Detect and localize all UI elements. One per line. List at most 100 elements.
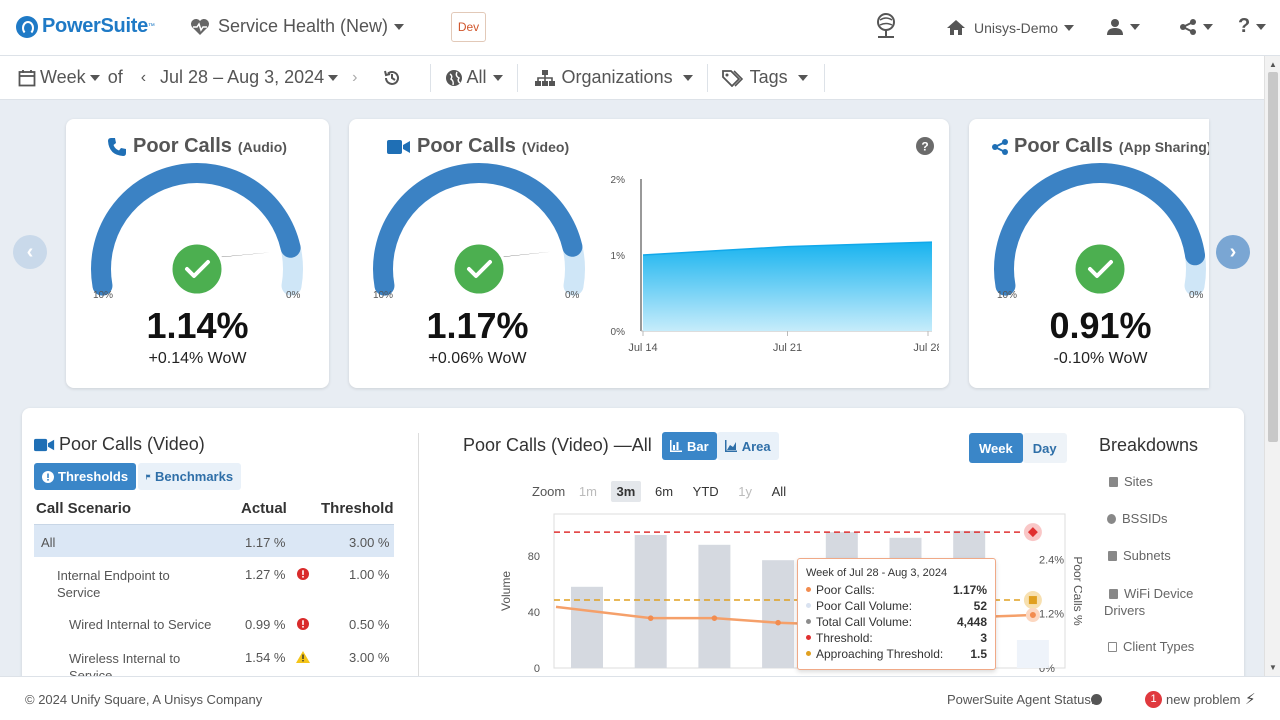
tooltip-value: 1.17% — [952, 583, 987, 597]
zoom-3m[interactable]: 3m — [610, 481, 642, 502]
zoom-1y[interactable]: 1y — [732, 481, 758, 502]
poor-calls-point — [711, 615, 718, 621]
trend-area-chart: 2% 1% 0%Jul 14 Jul 21 Jul 28 — [611, 175, 939, 354]
dashboard-title: Service Health (New) — [218, 16, 389, 36]
row-threshold: 1.00 % — [349, 567, 390, 582]
series-dot-icon — [806, 651, 811, 656]
lightning-icon[interactable]: ⚡ — [1245, 690, 1256, 708]
check-circle-icon — [451, 241, 507, 297]
tooltip-label: Threshold: — [816, 631, 873, 645]
card-poor-calls-app-sharing[interactable]: Poor Calls (App Sharing) 10% 0% 0.91% -0… — [969, 119, 1209, 388]
check-circle-icon — [1072, 241, 1128, 297]
volume-bar — [698, 544, 731, 668]
dashboard-selector[interactable]: Service Health (New) — [190, 16, 405, 37]
flag-icon — [146, 474, 151, 479]
breakdowns-title: Breakdowns — [1099, 435, 1199, 455]
y-tick-label: 0 — [534, 663, 540, 675]
powersuite-logo[interactable]: PowerSuite ™ — [16, 15, 155, 38]
wifi-antenna-icon — [1107, 514, 1116, 524]
chevron-down-icon — [394, 23, 405, 30]
zoom-label: Zoom — [532, 484, 566, 499]
share-menu[interactable] — [1179, 18, 1213, 36]
breakdown-subnets[interactable]: Subnets — [1108, 548, 1171, 563]
page-scrollbar[interactable]: ▲ ▼ — [1264, 56, 1280, 676]
panel-title-text: Poor Calls (Video) — [59, 434, 205, 454]
check-circle-icon — [169, 241, 225, 297]
copyright-text: © 2024 Unify Square, A Unisys Company — [25, 692, 263, 707]
zoom-ytd[interactable]: YTD — [687, 481, 725, 502]
organizations-selector[interactable]: Organizations — [534, 56, 693, 99]
tenant-name: Unisys-Demo — [974, 19, 1059, 36]
bar-button[interactable]: Bar — [662, 432, 717, 460]
organizations-label: Organizations — [561, 67, 673, 87]
area-button[interactable]: Area — [716, 432, 779, 460]
help-circle-icon[interactable]: ? — [916, 137, 934, 155]
week-button[interactable]: Week — [969, 433, 1023, 463]
breakdown-bssids[interactable]: BSSIDs — [1107, 511, 1168, 526]
gauge-audio — [91, 163, 303, 297]
question-icon: ? — [1238, 15, 1251, 37]
chevron-down-icon — [89, 74, 100, 81]
chevron-left-icon: ‹ — [26, 240, 34, 263]
series-dot-icon — [806, 635, 811, 640]
help-menu[interactable]: ? — [1238, 15, 1267, 38]
sitemap-icon — [534, 69, 555, 86]
breakdown-wifi-drivers[interactable]: WiFi Device Drivers — [1104, 585, 1214, 619]
carousel-next-button[interactable]: › — [1216, 235, 1250, 269]
col-header-threshold: Threshold — [321, 500, 394, 517]
day-button[interactable]: Day — [1022, 433, 1067, 463]
table-row[interactable]: All 1.17 % 3.00 % — [34, 524, 394, 557]
scrollbar-thumb[interactable] — [1268, 72, 1278, 442]
metric-value: 1.17% — [426, 305, 529, 346]
prev-period-button[interactable]: ‹ — [141, 69, 146, 87]
row-threshold: 3.00 % — [349, 535, 390, 550]
chart-title: Poor Calls (Video) —All — [463, 435, 652, 455]
new-problem-link[interactable]: new problem — [1166, 692, 1240, 707]
table-row[interactable]: Internal Endpoint to Service 1.27 % 1.00… — [34, 558, 394, 606]
tooltip-header: Week of Jul 28 - Aug 3, 2024 — [806, 567, 948, 579]
y-tick-label: 0% — [611, 327, 626, 338]
scroll-down-icon[interactable]: ▼ — [1269, 663, 1277, 672]
card-poor-calls-audio[interactable]: Poor Calls (Audio) 10% 0% 1.14% +0.14% W… — [66, 119, 329, 388]
scope-selector[interactable]: All — [445, 56, 503, 99]
scroll-up-icon[interactable]: ▲ — [1269, 60, 1277, 69]
tab-thresholds[interactable]: Thresholds — [34, 463, 137, 490]
zoom-6m[interactable]: 6m — [649, 481, 679, 502]
breakdown-client-types[interactable]: Client Types — [1108, 639, 1194, 654]
tenant-selector[interactable]: Unisys-Demo — [946, 19, 1075, 36]
tooltip-value: 4,448 — [956, 615, 987, 629]
tooltip-label: Poor Calls: — [816, 583, 875, 597]
problem-count-badge[interactable]: 1 — [1145, 691, 1162, 708]
detail-panel: Poor Calls (Video) Thresholds Benchmarks… — [22, 408, 1244, 698]
date-range-label: Jul 28 – Aug 3, 2024 — [160, 67, 325, 87]
svg-text:?: ? — [921, 140, 928, 154]
next-period-button[interactable]: › — [352, 69, 357, 87]
breakdown-label: Client Types — [1123, 639, 1195, 654]
filter-bar: Week of ‹ Jul 28 – Aug 3, 2024 › All Org… — [0, 56, 1264, 100]
alert-circle-icon — [297, 568, 309, 580]
tab-benchmarks[interactable]: Benchmarks — [138, 463, 242, 490]
breakdown-sites[interactable]: Sites — [1109, 474, 1153, 489]
network-button[interactable] — [874, 12, 898, 40]
period-selector[interactable]: Week — [18, 56, 100, 99]
carousel-prev-button[interactable]: ‹ — [13, 235, 47, 269]
history-button[interactable] — [382, 67, 402, 88]
tooltip-row: Approaching Threshold: 1.5 — [806, 646, 987, 662]
table-row[interactable]: Wired Internal to Service 0.99 % 0.50 % — [34, 607, 394, 640]
y-tick-label: 2% — [611, 175, 626, 186]
card-poor-calls-video[interactable]: Poor Calls (Video) ? 10% 0% 1.17% +0.06%… — [349, 119, 949, 388]
y-tick-label: 80 — [528, 551, 540, 563]
wow-change: +0.14% WoW — [148, 350, 247, 367]
zoom-1m[interactable]: 1m — [573, 481, 603, 502]
warning-icon — [296, 651, 310, 663]
tags-selector[interactable]: Tags — [721, 56, 808, 99]
date-range-selector[interactable]: Jul 28 – Aug 3, 2024 — [160, 56, 339, 99]
zoom-all[interactable]: All — [766, 481, 792, 502]
y2-tick-label: 2.4% — [1039, 554, 1064, 566]
poor-calls-point — [647, 615, 654, 621]
row-scenario: Internal Endpoint to Service — [57, 568, 170, 600]
gauge-max-label: 0% — [565, 290, 580, 301]
table-tabs: Thresholds Benchmarks — [34, 463, 242, 490]
tooltip-value: 1.5 — [970, 647, 987, 661]
user-menu[interactable] — [1106, 18, 1140, 36]
